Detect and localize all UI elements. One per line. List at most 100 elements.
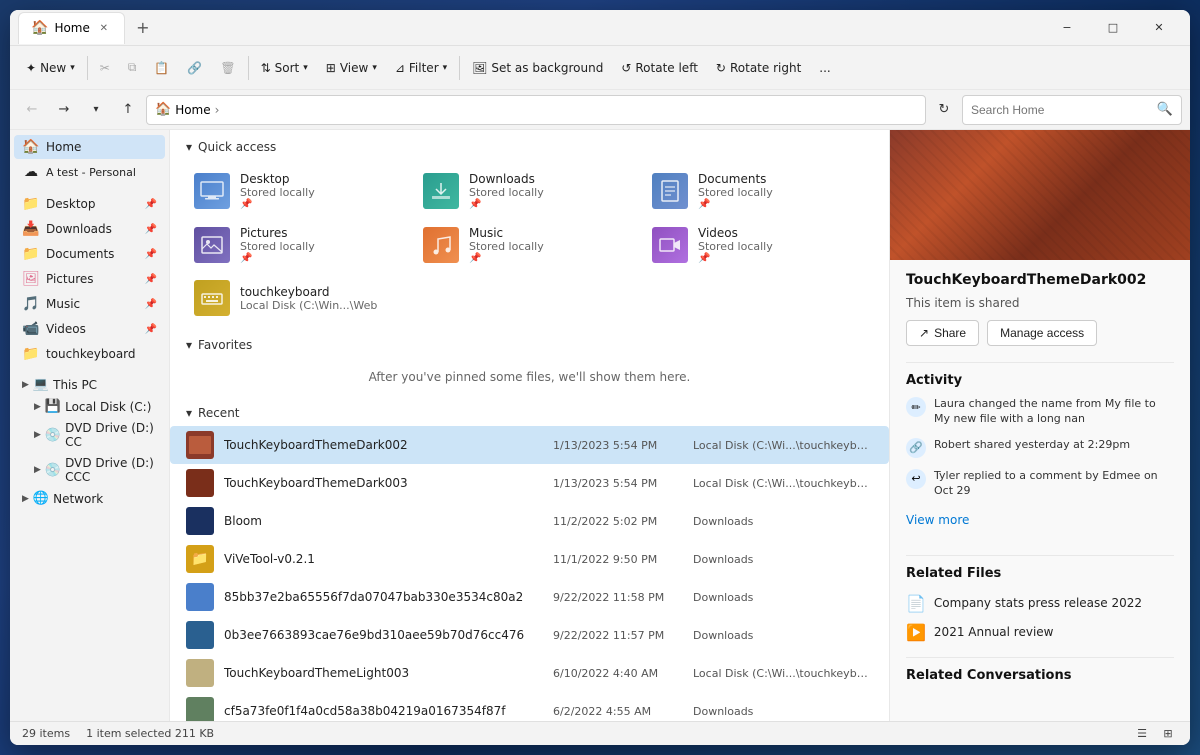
- divider-3: [906, 657, 1174, 658]
- sidebar-item-documents[interactable]: 📁 Documents 📌: [14, 242, 165, 266]
- qa-item-downloads[interactable]: Downloads Stored locally 📌: [415, 164, 644, 218]
- recent-date-2: 11/2/2022 5:02 PM: [553, 515, 683, 528]
- dvd-ccc-icon: 💿: [45, 463, 61, 478]
- activity-text-0: Laura changed the name from My file to M…: [934, 396, 1174, 427]
- activity-text-2: Tyler replied to a comment by Edmee on O…: [934, 468, 1174, 499]
- favorites-header[interactable]: ▾ Favorites: [170, 328, 889, 358]
- recent-loc-1: Local Disk (C:\Wi...\touchkeyboard: [693, 477, 873, 490]
- maximize-button[interactable]: □: [1090, 10, 1136, 46]
- new-tab-button[interactable]: +: [129, 14, 157, 42]
- rotate-left-icon: ↺: [621, 61, 631, 75]
- up-button[interactable]: ↑: [114, 96, 142, 124]
- recent-chevron-icon: ▾: [186, 406, 192, 420]
- sidebar-item-music[interactable]: 🎵 Music 📌: [14, 292, 165, 316]
- qa-documents-info: Documents Stored locally 📌: [698, 172, 773, 210]
- minimize-button[interactable]: −: [1044, 10, 1090, 46]
- grid-view-icon[interactable]: ⊞: [1158, 724, 1178, 744]
- sidebar-item-home[interactable]: 🏠 Home: [14, 135, 165, 159]
- search-input[interactable]: [971, 103, 1153, 117]
- preview-title: TouchKeyboardThemeDark002: [906, 272, 1174, 288]
- sidebar-item-videos[interactable]: 📹 Videos 📌: [14, 317, 165, 341]
- qa-item-videos[interactable]: Videos Stored locally 📌: [644, 218, 873, 272]
- sidebar-item-desktop[interactable]: 📁 Desktop 📌: [14, 192, 165, 216]
- share-button[interactable]: ↗ Share: [906, 320, 979, 346]
- quick-access-header[interactable]: ▾ Quick access: [170, 130, 889, 160]
- disk-icon: 💾: [45, 399, 61, 414]
- recent-item-6[interactable]: TouchKeyboardThemeLight003 6/10/2022 4:4…: [170, 654, 889, 692]
- qa-touchkeyboard-name: touchkeyboard: [240, 285, 377, 299]
- filter-button[interactable]: ⊿ Filter ▾: [387, 56, 455, 80]
- new-button[interactable]: ✦ New ▾: [18, 56, 83, 80]
- qa-item-documents[interactable]: Documents Stored locally 📌: [644, 164, 873, 218]
- manage-access-button[interactable]: Manage access: [987, 320, 1097, 346]
- activity-icon-0: ✏: [906, 397, 926, 417]
- center-panel: ▾ Quick access Desktop Stored locally 📌: [170, 130, 890, 721]
- recent-label: Recent: [198, 406, 239, 420]
- view-more-link[interactable]: View more: [906, 509, 969, 531]
- sidebar-item-downloads[interactable]: 📥 Downloads 📌: [14, 217, 165, 241]
- documents-icon: 📁: [22, 246, 40, 262]
- sidebar-item-pictures[interactable]: 🖼 Pictures 📌: [14, 267, 165, 291]
- recent-item-7[interactable]: cf5a73fe0f1f4a0cd58a38b04219a0167354f87f…: [170, 692, 889, 721]
- related-file-0[interactable]: 📄 Company stats press release 2022: [906, 589, 1174, 618]
- tab-home[interactable]: 🏠 Home ✕: [18, 12, 125, 44]
- address-bar: ← → ▾ ↑ 🏠 Home › ↻ 🔍: [10, 90, 1190, 130]
- favorites-chevron-icon: ▾: [186, 338, 192, 352]
- recent-item-5[interactable]: 0b3ee7663893cae76e9bd310aee59b70d76cc476…: [170, 616, 889, 654]
- rotate-right-icon: ↻: [716, 61, 726, 75]
- set-bg-button[interactable]: 🖼 Set as background: [464, 56, 611, 80]
- qa-documents-icon: [652, 173, 688, 209]
- view-button[interactable]: ⊞ View ▾: [318, 56, 385, 80]
- qa-item-pictures[interactable]: Pictures Stored locally 📌: [186, 218, 415, 272]
- rotate-right-button[interactable]: ↻ Rotate right: [708, 56, 809, 80]
- qa-item-desktop[interactable]: Desktop Stored locally 📌: [186, 164, 415, 218]
- sidebar-item-local-disk[interactable]: ▶ 💾 Local Disk (C:): [14, 396, 165, 417]
- main-content: 🏠 Home ☁ A test - Personal 📁 Desktop 📌 📥…: [10, 130, 1190, 721]
- qa-item-music[interactable]: Music Stored locally 📌: [415, 218, 644, 272]
- address-path[interactable]: 🏠 Home ›: [146, 95, 926, 125]
- recent-item-2[interactable]: Bloom 11/2/2022 5:02 PM Downloads: [170, 502, 889, 540]
- recent-name-2: Bloom: [224, 514, 543, 528]
- forward-button[interactable]: →: [50, 96, 78, 124]
- recent-item-0[interactable]: TouchKeyboardThemeDark002 1/13/2023 5:54…: [170, 426, 889, 464]
- sidebar-a-test-label: A test - Personal: [46, 166, 136, 179]
- toolbar-separator-2: [248, 56, 249, 80]
- related-file-1[interactable]: ▶️ 2021 Annual review: [906, 618, 1174, 647]
- sort-button[interactable]: ⇅ Sort ▾: [253, 56, 316, 80]
- qa-pictures-sub: Stored locally: [240, 240, 315, 253]
- tab-home-label: Home: [54, 21, 89, 35]
- sidebar-downloads-label: Downloads: [46, 222, 112, 236]
- sidebar-item-this-pc[interactable]: ▶ 💻 This PC: [14, 374, 165, 395]
- qa-pictures-name: Pictures: [240, 226, 315, 240]
- sidebar-item-dvd-ccc[interactable]: ▶ 💿 DVD Drive (D:) CCC: [14, 453, 165, 487]
- rotate-left-button[interactable]: ↺ Rotate left: [613, 56, 706, 80]
- new-icon: ✦: [26, 61, 36, 75]
- qa-documents-sub: Stored locally: [698, 186, 773, 199]
- qa-item-touchkeyboard[interactable]: touchkeyboard Local Disk (C:\Win...\Web: [186, 272, 415, 324]
- sidebar-item-touchkeyboard[interactable]: 📁 touchkeyboard: [14, 342, 165, 366]
- recent-loc-3: Downloads: [693, 553, 873, 566]
- recent-header[interactable]: ▾ Recent: [170, 396, 889, 426]
- list-view-icon[interactable]: ☰: [1132, 724, 1152, 744]
- qa-desktop-info: Desktop Stored locally 📌: [240, 172, 315, 210]
- recent-item-3[interactable]: 📁 ViVeTool-v0.2.1 11/1/2022 9:50 PM Down…: [170, 540, 889, 578]
- more-button[interactable]: ...: [811, 56, 838, 80]
- qa-videos-info: Videos Stored locally 📌: [698, 226, 773, 264]
- sidebar-item-dvd-cc[interactable]: ▶ 💿 DVD Drive (D:) CC: [14, 418, 165, 452]
- recent-icon-6: [186, 659, 214, 687]
- share-label: Share: [934, 326, 966, 340]
- right-panel: TouchKeyboardThemeDark002 This item is s…: [890, 130, 1190, 721]
- action-buttons: ↗ Share Manage access: [906, 320, 1174, 346]
- activity-title: Activity: [906, 373, 1174, 388]
- sidebar-item-network[interactable]: ▶ 🌐 Network: [14, 488, 165, 509]
- new-label: New: [40, 61, 66, 75]
- search-box[interactable]: 🔍: [962, 95, 1182, 125]
- tab-close-button[interactable]: ✕: [96, 20, 112, 36]
- recent-locations-button[interactable]: ▾: [82, 96, 110, 124]
- close-button[interactable]: ✕: [1136, 10, 1182, 46]
- recent-item-1[interactable]: TouchKeyboardThemeDark003 1/13/2023 5:54…: [170, 464, 889, 502]
- sidebar-item-a-test[interactable]: ☁ A test - Personal: [14, 160, 165, 184]
- refresh-button[interactable]: ↻: [930, 96, 958, 124]
- qa-pictures-info: Pictures Stored locally 📌: [240, 226, 315, 264]
- recent-item-4[interactable]: 85bb37e2ba65556f7da07047bab330e3534c80a2…: [170, 578, 889, 616]
